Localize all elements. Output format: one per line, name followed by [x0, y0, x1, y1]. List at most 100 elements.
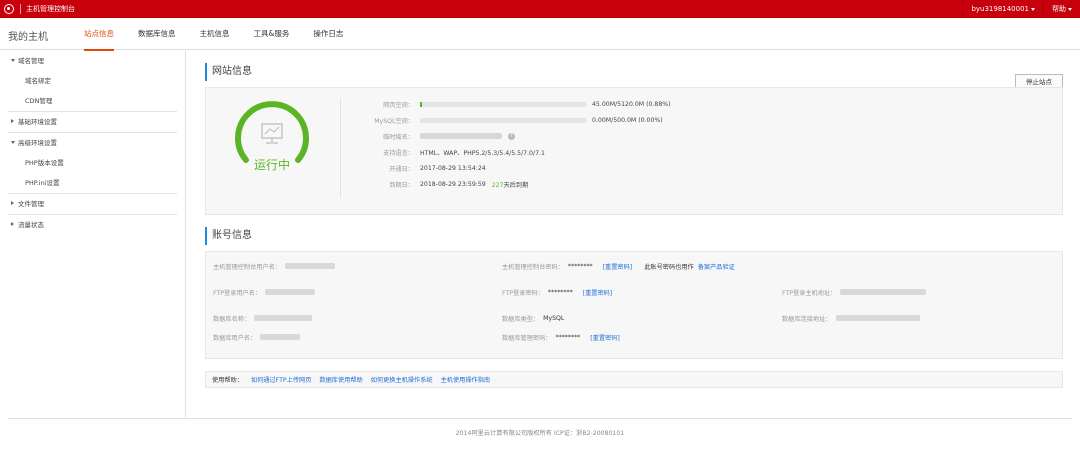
user-menu[interactable]: byu3198140001 — [963, 5, 1043, 13]
console-pwd-cell: 主机管理控制台密码： ******** [重置密码] 此账号密码也用作 备案产品… — [502, 261, 735, 271]
help-menu[interactable]: 帮助 — [1044, 4, 1080, 14]
web-space-bar-fill — [420, 101, 422, 107]
help-link-ftp-upload[interactable]: 如何通过FTP上传网页 — [251, 375, 311, 384]
monitor-icon — [261, 123, 283, 144]
sidebar-group-head-domain[interactable]: 域名管理 — [8, 51, 177, 71]
app-title[interactable]: 主机管理控制台 — [26, 4, 75, 14]
sidebar-group-head-basic-env[interactable]: 基础环境设置 — [8, 112, 177, 132]
db-user-label: 数据库用户名： — [213, 334, 257, 342]
db-name-label: 数据库名称： — [213, 315, 251, 323]
help-label: 帮助 — [1052, 5, 1066, 13]
temp-domain-info: ? — [420, 132, 515, 140]
sidebar-group-label: 基础环境设置 — [18, 118, 57, 126]
main-content: 网站信息 停止站点 运行中 网页空间： 45.00M/5120.0M (0.88… — [205, 51, 1063, 388]
redacted-db-host — [835, 315, 920, 321]
open-date-row: 开通日： 2017-08-29 13:54:24 — [340, 163, 486, 173]
caret-right-icon — [11, 119, 14, 123]
caret-down-icon — [11, 59, 15, 62]
languages-value: HTML、WAP、PHP5.2/5.3/5.4/5.5/7.0/7.1 — [420, 149, 545, 157]
reset-db-pwd-link[interactable]: [重置密码] — [590, 333, 620, 342]
site-info-title: 网站信息 — [205, 63, 1063, 81]
db-type-value: MySQL — [543, 314, 565, 322]
ftp-host-cell: FTP登录主机地址： — [782, 287, 927, 297]
days-left-suffix: 天后到期 — [503, 181, 529, 189]
sidebar-group-head-file-mgmt[interactable]: 文件管理 — [8, 194, 177, 214]
days-left-info: 227天后到期 — [492, 180, 529, 189]
account-info-title: 账号信息 — [205, 227, 1063, 245]
sidebar-item-php-version[interactable]: PHP版本设置 — [8, 153, 177, 173]
site-info-section: 网站信息 停止站点 运行中 网页空间： 45.00M/5120.0M (0.88… — [205, 63, 1063, 215]
db-pwd-cell: 数据库管理密码： ******** [重置密码] — [502, 332, 620, 342]
help-question-icon[interactable]: ? — [508, 132, 515, 140]
topbar-right: byu3198140001 帮助 — [962, 0, 1080, 18]
tab-operation-log[interactable]: 操作日志 — [313, 18, 343, 50]
tab-site-info[interactable]: 站点信息 — [84, 18, 114, 51]
sidebar: 域名管理 域名绑定 CDN管理 基础环境设置 高级环境设置 PHP版本设置 PH… — [0, 51, 186, 418]
mysql-space-bar — [420, 117, 586, 123]
mysql-space-label: MySQL空间： — [374, 117, 414, 125]
temp-domain-row: 临时域名： ? — [340, 131, 515, 141]
expire-date-value: 2018-08-29 23:59:59 — [420, 180, 486, 188]
tab-host-info[interactable]: 主机信息 — [200, 18, 230, 50]
languages-row: 支持语言： HTML、WAP、PHP5.2/5.3/5.4/5.5/7.0/7.… — [340, 147, 545, 157]
top-bar: 主机管理控制台 byu3198140001 帮助 — [0, 0, 1080, 18]
console-pwd-label: 主机管理控制台密码： — [502, 263, 564, 271]
tab-tools-services[interactable]: 工具&服务 — [254, 18, 290, 50]
sidebar-group-domain: 域名管理 域名绑定 CDN管理 — [8, 51, 177, 112]
ftp-pwd-cell: FTP登录密码： ******** [重置密码] — [502, 287, 612, 297]
ftp-user-cell: FTP登录用户名： — [213, 287, 316, 297]
username: byu3198140001 — [971, 5, 1029, 13]
redacted-console-user — [285, 263, 336, 269]
help-bar: 使用帮助： 如何通过FTP上传网页 数据库使用帮助 如何更换主机操作系统 主机使… — [205, 371, 1063, 388]
temp-domain-label: 临时域名： — [383, 133, 414, 141]
expire-date-row: 到期日： 2018-08-29 23:59:59 227天后到期 — [340, 179, 528, 189]
page-title: 我的主机 — [8, 32, 48, 43]
web-space-row: 网页空间： 45.00M/5120.0M (0.88%) — [340, 99, 671, 109]
sidebar-group-advanced-env: 高级环境设置 PHP版本设置 PHP.ini设置 — [8, 133, 177, 194]
ftp-pwd-label: FTP登录密码： — [502, 289, 544, 297]
db-pwd-label: 数据库管理密码： — [502, 334, 552, 342]
help-link-change-os[interactable]: 如何更换主机操作系统 — [371, 375, 433, 384]
footer-divider — [8, 418, 1072, 419]
ftp-user-label: FTP登录用户名： — [213, 289, 262, 297]
brand-logo-icon[interactable] — [4, 4, 14, 14]
help-link-host-guide[interactable]: 主机使用操作指南 — [441, 375, 491, 384]
redacted-ftp-user — [265, 289, 316, 295]
sidebar-item-cdn[interactable]: CDN管理 — [8, 91, 177, 111]
ftp-pwd-value: ******** — [547, 288, 573, 296]
sidebar-group-basic-env: 基础环境设置 — [8, 112, 177, 133]
redacted-db-name — [254, 315, 313, 321]
db-type-label: 数据库类型： — [502, 315, 540, 323]
caret-right-icon — [11, 201, 14, 205]
chevron-down-icon — [1068, 7, 1072, 11]
mysql-space-value: 0.00M/500.0M (0.00%) — [592, 116, 663, 124]
web-space-bar — [420, 101, 586, 107]
caret-down-icon — [11, 141, 15, 144]
sidebar-item-php-ini[interactable]: PHP.ini设置 — [8, 173, 177, 193]
account-info-section: 账号信息 主机管理控制台用户名： 主机管理控制台密码： ******** [重置… — [205, 227, 1063, 359]
sidebar-item-domain-binding[interactable]: 域名绑定 — [8, 71, 177, 91]
mysql-space-info: 0.00M/500.0M (0.00%) — [420, 117, 663, 124]
filing-verify-link[interactable]: 备案产品验证 — [698, 262, 735, 271]
open-date-value: 2017-08-29 13:54:24 — [420, 164, 486, 172]
db-host-label: 数据库连接地址： — [782, 315, 832, 323]
db-host-cell: 数据库连接地址： — [782, 313, 920, 323]
languages-label: 支持语言： — [383, 149, 414, 157]
sidebar-group-label: 流量状态 — [18, 221, 44, 229]
chevron-down-icon — [1031, 7, 1035, 11]
redacted-temp-domain[interactable] — [420, 133, 502, 139]
sidebar-group-label: 域名管理 — [18, 57, 44, 65]
site-info-panel: 运行中 网页空间： 45.00M/5120.0M (0.88%) MySQL空间… — [205, 87, 1063, 215]
reset-ftp-pwd-link[interactable]: [重置密码] — [583, 288, 613, 297]
tab-database-info[interactable]: 数据库信息 — [138, 18, 176, 50]
sidebar-group-head-advanced-env[interactable]: 高级环境设置 — [8, 133, 177, 153]
sidebar-group-traffic: 流量状态 — [8, 215, 177, 235]
db-name-cell: 数据库名称： — [213, 313, 313, 323]
sidebar-group-head-traffic[interactable]: 流量状态 — [8, 215, 177, 235]
help-link-database[interactable]: 数据库使用帮助 — [319, 375, 362, 384]
expire-date-label: 到期日： — [389, 181, 414, 189]
reset-console-pwd-link[interactable]: [重置密码] — [603, 262, 633, 271]
sidebar-group-label: 文件管理 — [18, 200, 44, 208]
console-pwd-value: ******** — [567, 262, 593, 270]
web-space-label: 网页空间： — [383, 101, 414, 109]
